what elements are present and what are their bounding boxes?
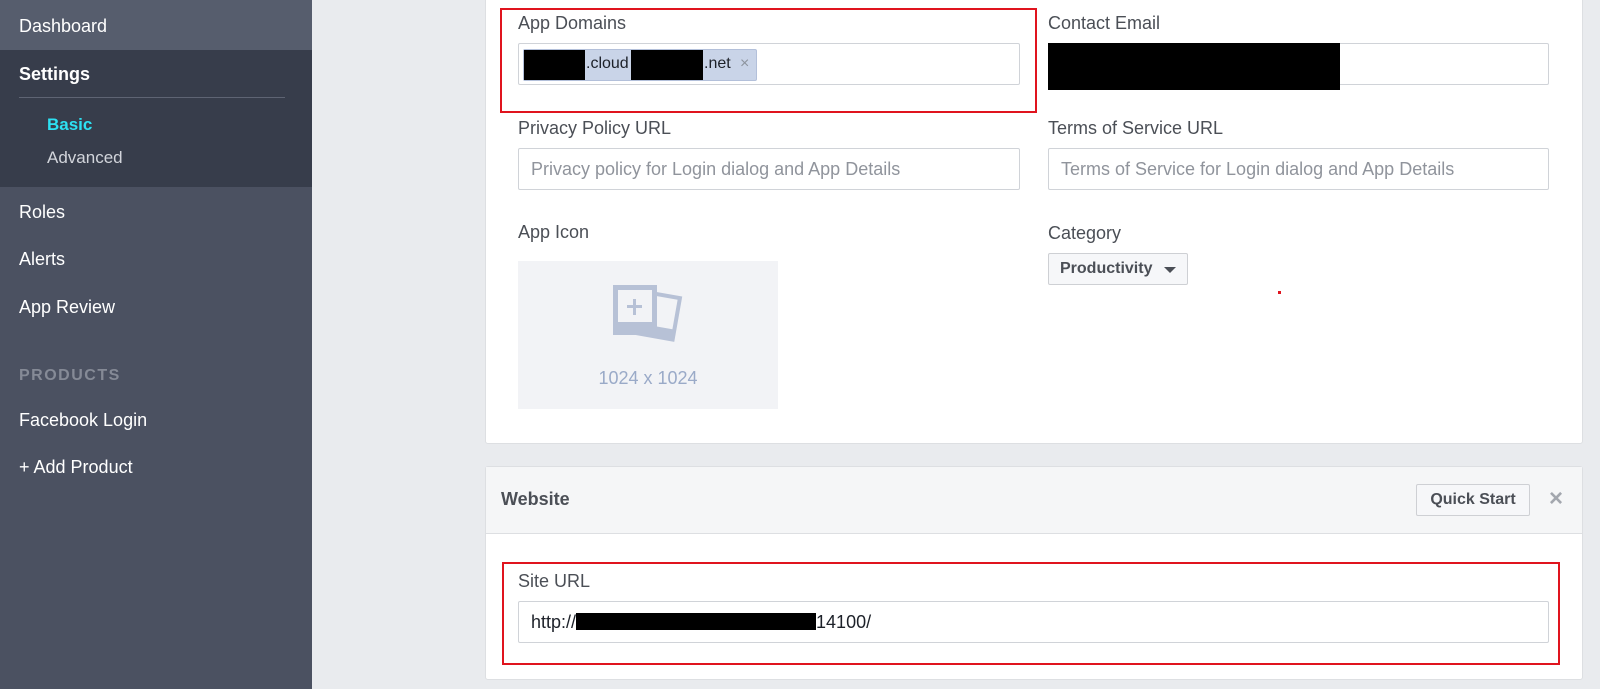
contact-email-label: Contact Email	[1048, 13, 1161, 33]
sidebar-item-label: Dashboard	[19, 16, 108, 36]
sidebar-item-settings[interactable]: Settings	[19, 64, 90, 85]
app-icon-size-text: 1024 x 1024	[598, 368, 698, 388]
products-heading: PRODUCTS	[19, 367, 121, 384]
add-product-link[interactable]: + Add Product	[19, 457, 133, 478]
sidebar-item-roles[interactable]: Roles	[19, 202, 65, 223]
terms-of-service-label: Terms of Service URL	[1048, 118, 1224, 138]
category-value: Productivity	[1060, 260, 1153, 277]
add-image-icon	[613, 285, 683, 342]
chevron-down-icon	[1164, 267, 1176, 273]
sidebar-item-advanced[interactable]: Advanced	[47, 148, 123, 168]
highlight-box-site-url	[502, 562, 1560, 665]
app-icon-upload[interactable]: 1024 x 1024	[518, 261, 778, 409]
quick-start-button[interactable]: Quick Start	[1416, 484, 1530, 516]
sidebar-item-dashboard[interactable]: Dashboard	[0, 0, 312, 50]
settings-group: Settings Basic Advanced	[0, 50, 312, 187]
close-icon[interactable]: ×	[1549, 485, 1563, 513]
privacy-policy-label: Privacy Policy URL	[518, 118, 672, 138]
category-label: Category	[1048, 223, 1122, 243]
divider	[19, 97, 285, 98]
sidebar-item-facebook-login[interactable]: Facebook Login	[19, 410, 147, 431]
app-icon-label: App Icon	[518, 222, 590, 242]
sidebar-item-basic[interactable]: Basic	[47, 115, 92, 135]
sidebar-item-alerts[interactable]: Alerts	[19, 249, 65, 270]
terms-of-service-input[interactable]: Terms of Service for Login dialog and Ap…	[1048, 148, 1549, 190]
redaction	[1048, 43, 1340, 90]
red-dot	[1278, 291, 1281, 294]
sidebar-item-app-review[interactable]: App Review	[19, 297, 115, 318]
privacy-policy-input[interactable]: Privacy policy for Login dialog and App …	[518, 148, 1020, 190]
sidebar: Dashboard Settings Basic Advanced Roles …	[0, 0, 312, 689]
website-title: Website	[501, 489, 570, 509]
highlight-box-app-domains	[500, 8, 1037, 113]
category-dropdown[interactable]: Productivity	[1048, 253, 1188, 285]
